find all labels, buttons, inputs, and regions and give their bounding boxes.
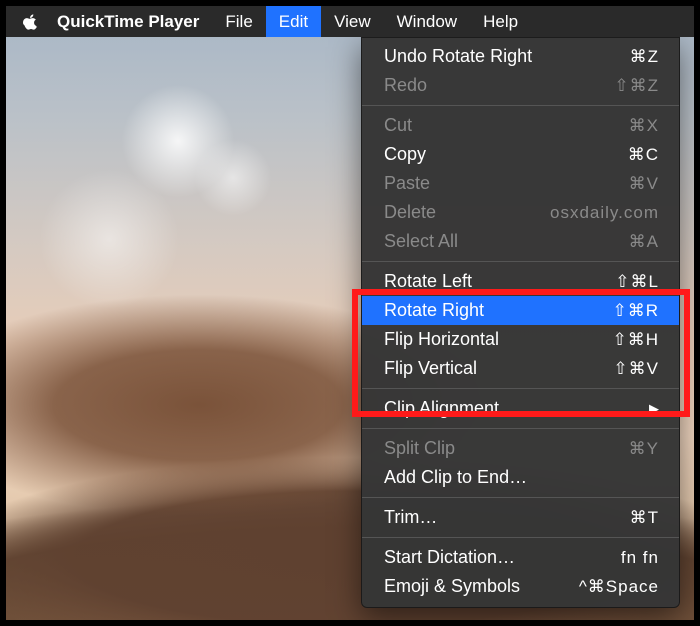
menu-item-label: Emoji & Symbols xyxy=(384,576,579,597)
menu-item-shortcut: ⌘V xyxy=(629,174,659,194)
menu-item-cut: Cut ⌘X xyxy=(362,111,679,140)
menu-item-label: Rotate Right xyxy=(384,300,612,321)
menu-item-shortcut: ⌘X xyxy=(629,116,659,136)
menu-item-label: Select All xyxy=(384,231,629,252)
menu-item-rotate-left[interactable]: Rotate Left ⇧⌘L xyxy=(362,267,679,296)
menu-item-shortcut: ⌘Z xyxy=(630,47,659,67)
menu-help[interactable]: Help xyxy=(470,6,531,37)
menu-item-shortcut: ⇧⌘Z xyxy=(614,76,659,96)
menu-separator xyxy=(362,261,679,262)
menu-item-copy[interactable]: Copy ⌘C xyxy=(362,140,679,169)
menu-separator xyxy=(362,497,679,498)
menu-item-label: Split Clip xyxy=(384,438,629,459)
menu-window[interactable]: Window xyxy=(384,6,470,37)
app-name[interactable]: QuickTime Player xyxy=(44,6,212,37)
menu-item-shortcut: ⌘C xyxy=(628,145,659,165)
menu-item-select-all: Select All ⌘A xyxy=(362,227,679,256)
menu-item-flip-horizontal[interactable]: Flip Horizontal ⇧⌘H xyxy=(362,325,679,354)
menu-item-label: Start Dictation… xyxy=(384,547,621,568)
apple-logo-icon[interactable] xyxy=(18,6,44,37)
menu-item-shortcut: ⌘T xyxy=(630,508,659,528)
menu-item-shortcut: ⇧⌘H xyxy=(612,330,659,350)
menu-item-start-dictation[interactable]: Start Dictation… fn fn xyxy=(362,543,679,572)
edit-dropdown: Undo Rotate Right ⌘Z Redo ⇧⌘Z Cut ⌘X Cop… xyxy=(361,37,680,608)
menubar: QuickTime Player File Edit View Window H… xyxy=(6,6,694,37)
menu-separator xyxy=(362,428,679,429)
menu-item-label: Add Clip to End… xyxy=(384,467,659,488)
menu-item-label: Delete xyxy=(384,202,550,223)
menu-item-shortcut: fn fn xyxy=(621,548,659,568)
menu-item-trim[interactable]: Trim… ⌘T xyxy=(362,503,679,532)
menu-item-split-clip: Split Clip ⌘Y xyxy=(362,434,679,463)
menu-separator xyxy=(362,388,679,389)
menu-item-label: Redo xyxy=(384,75,614,96)
menu-item-shortcut: ^⌘Space xyxy=(579,577,659,597)
menu-separator xyxy=(362,105,679,106)
menu-item-label: Undo Rotate Right xyxy=(384,46,630,67)
menu-item-rotate-right[interactable]: Rotate Right ⇧⌘R xyxy=(362,296,679,325)
menu-item-label: Trim… xyxy=(384,507,630,528)
submenu-arrow-icon: ▶ xyxy=(649,401,659,417)
menu-item-label: Copy xyxy=(384,144,628,165)
menu-file[interactable]: File xyxy=(212,6,265,37)
menu-view[interactable]: View xyxy=(321,6,384,37)
menu-item-label: Rotate Left xyxy=(384,271,615,292)
menu-item-shortcut: ⇧⌘R xyxy=(612,301,659,321)
menu-item-undo[interactable]: Undo Rotate Right ⌘Z xyxy=(362,42,679,71)
menu-item-delete: Delete osxdaily.com xyxy=(362,198,679,227)
menu-item-clip-alignment[interactable]: Clip Alignment ▶ xyxy=(362,394,679,423)
menu-item-shortcut: ⇧⌘L xyxy=(615,272,659,292)
menu-item-redo: Redo ⇧⌘Z xyxy=(362,71,679,100)
menu-item-label: Clip Alignment xyxy=(384,398,649,419)
menu-item-label: Flip Horizontal xyxy=(384,329,612,350)
menu-item-label: Cut xyxy=(384,115,629,136)
menu-item-shortcut: ⌘A xyxy=(629,232,659,252)
menu-item-add-clip[interactable]: Add Clip to End… xyxy=(362,463,679,492)
menu-edit[interactable]: Edit xyxy=(266,6,321,37)
menu-item-shortcut: ⌘Y xyxy=(629,439,659,459)
menu-separator xyxy=(362,537,679,538)
menu-item-label: Paste xyxy=(384,173,629,194)
menu-item-paste: Paste ⌘V xyxy=(362,169,679,198)
watermark-text: osxdaily.com xyxy=(550,203,659,223)
menu-item-emoji-symbols[interactable]: Emoji & Symbols ^⌘Space xyxy=(362,572,679,601)
menu-item-flip-vertical[interactable]: Flip Vertical ⇧⌘V xyxy=(362,354,679,383)
menu-item-shortcut: ⇧⌘V xyxy=(613,359,659,379)
menu-item-label: Flip Vertical xyxy=(384,358,613,379)
